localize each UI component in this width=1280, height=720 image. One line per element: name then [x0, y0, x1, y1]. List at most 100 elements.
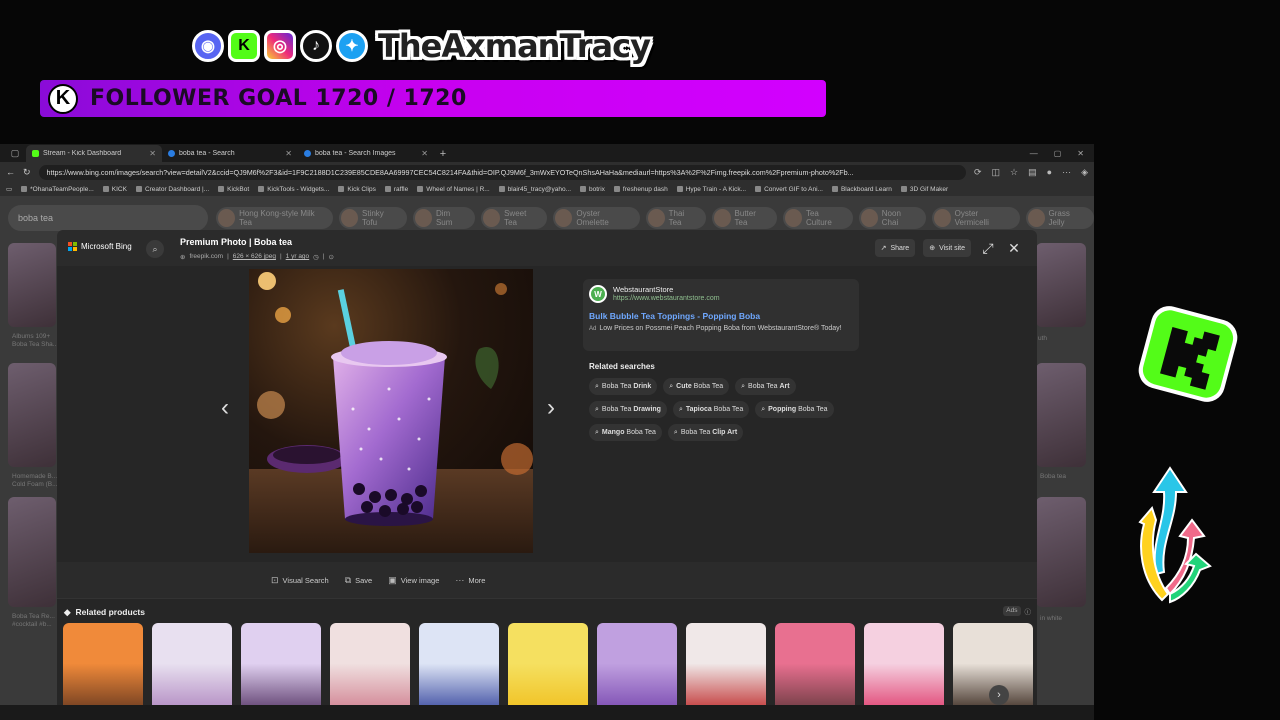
tab-actions-icon[interactable]: ▢ [4, 144, 26, 162]
related-search-pill[interactable]: ⌕ Mango Boba Tea [589, 424, 662, 441]
product-card[interactable] [508, 623, 588, 713]
product-card[interactable] [330, 623, 410, 713]
related-chip[interactable]: Tea Culture [782, 207, 853, 229]
extensions-icon[interactable]: ⟳ [974, 167, 982, 178]
chip-label: Tea Culture [805, 209, 832, 227]
close-tab-icon[interactable]: ✕ [285, 149, 292, 158]
related-chip[interactable]: Hong Kong-style Milk Tea [216, 207, 333, 229]
bookmark-item[interactable]: Convert GIF to Ani... [755, 186, 823, 193]
result-thumbnail[interactable] [8, 363, 56, 467]
related-chip[interactable]: Butter Tea [711, 207, 777, 229]
chip-thumbnail [784, 209, 802, 227]
result-thumbnail[interactable] [8, 497, 56, 607]
product-card[interactable] [597, 623, 677, 713]
product-card[interactable] [686, 623, 766, 713]
related-chip[interactable]: Oyster Vermicelli [931, 207, 1020, 229]
bookmark-item[interactable]: *OhanaTeamPeople... [21, 186, 94, 193]
bookmark-item[interactable]: freshenup dash [613, 186, 668, 193]
tab-bing-search[interactable]: boba tea - Search ✕ [162, 145, 298, 162]
back-icon[interactable]: ← [6, 167, 15, 177]
close-icon[interactable]: ✕ [1005, 240, 1023, 257]
related-search-pill[interactable]: ⌕ Cute Boba Tea [663, 378, 730, 395]
related-search-pill[interactable]: ⌕ Tapioca Boba Tea [672, 401, 750, 418]
more-button[interactable]: ··· More [455, 575, 485, 585]
close-window-icon[interactable]: ✕ [1077, 146, 1084, 162]
favorites-icon[interactable]: ☆ [1010, 167, 1018, 178]
product-card[interactable] [775, 623, 855, 713]
related-search-pill[interactable]: ⌕ Boba Tea Drink [589, 378, 658, 395]
address-bar[interactable]: https://www.bing.com/images/search?view=… [38, 164, 966, 180]
expand-icon[interactable]: ⤢ [979, 240, 997, 257]
bookmark-item[interactable]: KickBot [218, 186, 249, 193]
result-thumbnail[interactable] [1036, 363, 1086, 467]
search-input[interactable]: boba tea [8, 205, 208, 231]
result-thumbnail[interactable] [1036, 497, 1086, 607]
bookmarks-folder-icon[interactable]: ▭ [6, 185, 12, 193]
bookmark-item[interactable]: botrix [580, 186, 605, 193]
bookmark-item[interactable]: Kick Clips [338, 186, 376, 193]
related-chip[interactable]: Stinky Tofu [338, 207, 407, 229]
related-search-pill[interactable]: ⌕ Boba Tea Art [735, 378, 796, 395]
image-size-link[interactable]: 626 × 626 jpeg [233, 253, 276, 261]
bookmark-item[interactable]: Blackboard Learn [831, 186, 892, 193]
result-thumbnail[interactable] [1036, 243, 1086, 327]
next-image-icon[interactable]: › [547, 394, 555, 422]
related-chip[interactable]: Sweet Tea [481, 207, 548, 229]
view-image-button[interactable]: ▣ View image [388, 575, 439, 586]
previous-image-icon[interactable]: ‹ [221, 394, 229, 422]
split-icon[interactable]: ◫ [992, 167, 1001, 178]
sponsored-ad-card[interactable]: W WebstaurantStore https://www.webstaura… [583, 279, 859, 351]
bookmark-item[interactable]: Hype Train - A Kick... [676, 186, 746, 193]
related-search-pill[interactable]: ⌕ Popping Boba Tea [755, 401, 834, 418]
bookmark-item[interactable]: KickTools - Widgets... [258, 186, 329, 193]
product-card[interactable] [63, 623, 143, 713]
product-card[interactable] [419, 623, 499, 713]
kick-logo-icon [1138, 306, 1238, 402]
related-search-pill[interactable]: ⌕ Boba Tea Drawing [589, 401, 667, 418]
related-chip[interactable]: Grass Jelly [1025, 207, 1094, 229]
bookmark-item[interactable]: blair45_tracy@yaho... [498, 186, 571, 193]
ad-url[interactable]: https://www.webstaurantstore.com [613, 295, 720, 302]
related-search-pill[interactable]: ⌕ Boba Tea Clip Art [667, 424, 744, 441]
bookmark-item[interactable]: KICK [102, 186, 127, 193]
bookmark-item[interactable]: Creator Dashboard |... [135, 186, 209, 193]
boba-tea-photo[interactable] [249, 269, 533, 553]
copilot-icon[interactable]: ◈ [1081, 167, 1088, 178]
menu-icon[interactable]: ··· [1062, 167, 1071, 178]
tab-kick-dashboard[interactable]: Stream - Kick Dashboard ✕ [26, 145, 162, 162]
refresh-icon[interactable]: ↻ [23, 167, 31, 178]
tab-bing-images[interactable]: boba tea - Search Images ✕ [298, 145, 434, 162]
related-chip[interactable]: Dim Sum [412, 207, 476, 229]
share-button[interactable]: ↗ Share [874, 239, 916, 257]
close-tab-icon[interactable]: ✕ [149, 149, 156, 158]
info-icon[interactable]: ⊙ [329, 253, 334, 261]
related-chip[interactable]: Noon Chai [858, 207, 926, 229]
profile-icon[interactable]: ● [1047, 167, 1052, 178]
new-tab-button[interactable]: + [434, 146, 452, 162]
maximize-icon[interactable]: ▢ [1054, 146, 1062, 162]
bookmark-item[interactable]: Wheel of Names | R... [417, 186, 490, 193]
minimize-icon[interactable]: — [1030, 146, 1038, 162]
product-card[interactable] [152, 623, 232, 713]
save-button[interactable]: ⧉ Save [345, 575, 373, 586]
related-search-label: Cute Boba Tea [676, 383, 724, 390]
ad-headline-link[interactable]: Bulk Bubble Tea Toppings - Popping Boba [589, 311, 760, 321]
close-tab-icon[interactable]: ✕ [421, 149, 428, 158]
related-chip[interactable]: Oyster Omelette [553, 207, 640, 229]
chip-thumbnail [340, 209, 358, 227]
visit-site-button[interactable]: ⊕ Visit site [923, 239, 971, 257]
collections-icon[interactable]: ▤ [1028, 167, 1037, 178]
bookmark-item[interactable]: raffle [384, 186, 408, 193]
search-icon[interactable]: ⌕ [146, 240, 164, 258]
visual-search-button[interactable]: ⊡ Visual Search [271, 575, 329, 586]
info-icon[interactable]: ⓘ [1025, 606, 1032, 616]
carousel-next-icon[interactable]: › [989, 685, 1009, 705]
bing-logo[interactable]: Microsoft Bing [68, 242, 132, 251]
related-chip[interactable]: Thai Tea [645, 207, 706, 229]
image-source-link[interactable]: freepik.com [189, 253, 223, 261]
bookmark-item[interactable]: 3D Gif Maker [900, 185, 949, 193]
product-card[interactable] [241, 623, 321, 713]
result-thumbnail[interactable] [8, 243, 56, 327]
bookmark-label: 3D Gif Maker [909, 185, 949, 193]
product-card[interactable] [864, 623, 944, 713]
